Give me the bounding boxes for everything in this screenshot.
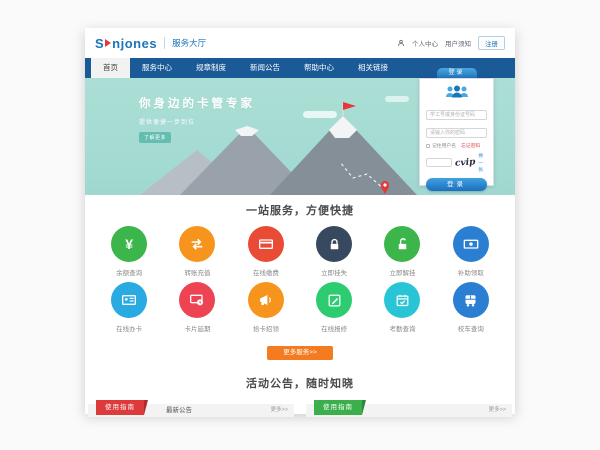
personal-center-link[interactable]: 个人中心 bbox=[412, 38, 438, 48]
service-item-transfer[interactable]: 转账充值 bbox=[163, 226, 231, 277]
service-item-subsidy[interactable]: 补助领取 bbox=[437, 226, 505, 277]
transfer-arrows-icon bbox=[179, 226, 215, 262]
service-item-unlock[interactable]: 立即解挂 bbox=[368, 226, 436, 277]
nav-item-service-center[interactable]: 服务中心 bbox=[130, 58, 184, 78]
logo-arrow-icon bbox=[105, 39, 111, 47]
remember-row: 记住用户名 忘记密码 bbox=[426, 142, 487, 149]
username-input[interactable] bbox=[426, 110, 487, 120]
captcha-input[interactable] bbox=[426, 158, 452, 167]
tab-usage-guide[interactable]: 使用指南 bbox=[96, 400, 144, 415]
services-section: 一站服务，方便快捷 ¥ 余额查询 转账充值 在线缴费 bbox=[85, 195, 515, 360]
service-item-new-card[interactable]: 在线办卡 bbox=[95, 282, 163, 333]
service-label: 拾卡招领 bbox=[232, 323, 300, 333]
service-label: 立即挂失 bbox=[300, 267, 368, 277]
service-label: 余额查询 bbox=[95, 267, 163, 277]
website-screenshot: Snjones 服务大厅 个人中心 用户须知 注册 首页 服务中心 规章制度 新… bbox=[85, 28, 515, 414]
hero-title: 你身边的卡管专家 bbox=[139, 95, 255, 111]
service-label: 在线办卡 bbox=[95, 323, 163, 333]
captcha-refresh-link[interactable]: 换一张 bbox=[478, 152, 487, 173]
lock-icon bbox=[316, 226, 352, 262]
service-label: 转账充值 bbox=[163, 267, 231, 277]
login-submit-button[interactable]: 登录 bbox=[426, 178, 487, 191]
card-clock-icon bbox=[179, 282, 215, 318]
bus-icon bbox=[453, 282, 489, 318]
hero-cta-button[interactable]: 了解更多 bbox=[139, 132, 171, 143]
remember-label: 记住用户名 bbox=[432, 142, 456, 149]
banknote-icon bbox=[453, 226, 489, 262]
service-item-pay[interactable]: 在线缴费 bbox=[232, 226, 300, 277]
forgot-password-link[interactable]: 忘记密码 bbox=[461, 142, 480, 149]
nav-item-rules[interactable]: 规章制度 bbox=[184, 58, 238, 78]
nav-item-home[interactable]: 首页 bbox=[91, 58, 130, 78]
nav-item-help[interactable]: 帮助中心 bbox=[292, 58, 346, 78]
tab-usage-guide-green[interactable]: 使用指南 bbox=[314, 400, 362, 415]
remember-checkbox[interactable] bbox=[426, 144, 430, 148]
logo[interactable]: Snjones bbox=[95, 36, 157, 51]
service-label: 在线缴费 bbox=[232, 267, 300, 277]
unlock-icon bbox=[384, 226, 420, 262]
announcements-title: 活动公告，随时知晓 bbox=[85, 375, 515, 391]
service-label: 考勤查询 bbox=[368, 323, 436, 333]
more-link[interactable]: 更多>> bbox=[489, 404, 506, 417]
calendar-icon bbox=[384, 282, 420, 318]
hero-subtitle: 提供便捷一步到位 bbox=[139, 117, 255, 126]
service-label: 立即解挂 bbox=[368, 267, 436, 277]
top-header: Snjones 服务大厅 个人中心 用户须知 注册 bbox=[85, 28, 515, 58]
nav-item-news[interactable]: 新闻公告 bbox=[238, 58, 292, 78]
service-label: 校车查询 bbox=[437, 323, 505, 333]
announcements-section: 活动公告，随时知晓 使用指南 最新公告 更多>> 使用指南 更多>> bbox=[85, 375, 515, 417]
service-label: 在线报修 bbox=[300, 323, 368, 333]
captcha-image: cvip bbox=[455, 157, 476, 168]
person-icon bbox=[397, 39, 405, 47]
site-name: 服务大厅 bbox=[164, 37, 206, 49]
announcement-panel-right: 使用指南 更多>> bbox=[306, 400, 512, 417]
service-label: 补助领取 bbox=[437, 267, 505, 277]
hero-text: 你身边的卡管专家 提供便捷一步到位 了解更多 bbox=[139, 95, 255, 144]
services-title: 一站服务，方便快捷 bbox=[85, 202, 515, 218]
announcement-panels: 使用指南 最新公告 更多>> 使用指南 更多>> bbox=[88, 400, 512, 417]
logo-text-s: S bbox=[95, 36, 104, 51]
password-input[interactable] bbox=[426, 128, 487, 138]
users-icon bbox=[426, 85, 487, 103]
register-button[interactable]: 注册 bbox=[478, 36, 505, 50]
more-link[interactable]: 更多>> bbox=[271, 404, 288, 417]
service-item-attendance[interactable]: 考勤查询 bbox=[368, 282, 436, 333]
captcha-row: cvip 换一张 bbox=[426, 152, 487, 173]
service-item-school-bus[interactable]: 校车查询 bbox=[437, 282, 505, 333]
edit-pencil-icon bbox=[316, 282, 352, 318]
announcement-panel-left: 使用指南 最新公告 更多>> bbox=[88, 400, 294, 417]
nav-item-links[interactable]: 相关链接 bbox=[346, 58, 400, 78]
id-card-icon bbox=[111, 282, 147, 318]
bank-card-icon bbox=[248, 226, 284, 262]
user-notice-link[interactable]: 用户须知 bbox=[445, 38, 471, 48]
services-grid: ¥ 余额查询 转账充值 在线缴费 立即挂失 bbox=[95, 226, 505, 333]
more-services-button[interactable]: 更多服务>> bbox=[267, 346, 333, 360]
megaphone-icon bbox=[248, 282, 284, 318]
logo-text-rest: njones bbox=[112, 36, 157, 51]
service-item-balance[interactable]: ¥ 余额查询 bbox=[95, 226, 163, 277]
service-item-card-extension[interactable]: 卡片延期 bbox=[163, 282, 231, 333]
yen-icon: ¥ bbox=[111, 226, 147, 262]
service-item-report-loss[interactable]: 立即挂失 bbox=[300, 226, 368, 277]
header-links: 个人中心 用户须知 注册 bbox=[397, 36, 505, 50]
login-panel: 登录 记住用户名 忘记密码 cvip 换一张 登录 bbox=[419, 68, 494, 186]
tab-latest-news[interactable]: 最新公告 bbox=[166, 404, 192, 417]
service-item-found-cards[interactable]: 拾卡招领 bbox=[232, 282, 300, 333]
service-item-repair[interactable]: 在线报修 bbox=[300, 282, 368, 333]
login-card: 记住用户名 忘记密码 cvip 换一张 登录 bbox=[419, 78, 494, 186]
service-label: 卡片延期 bbox=[163, 323, 231, 333]
